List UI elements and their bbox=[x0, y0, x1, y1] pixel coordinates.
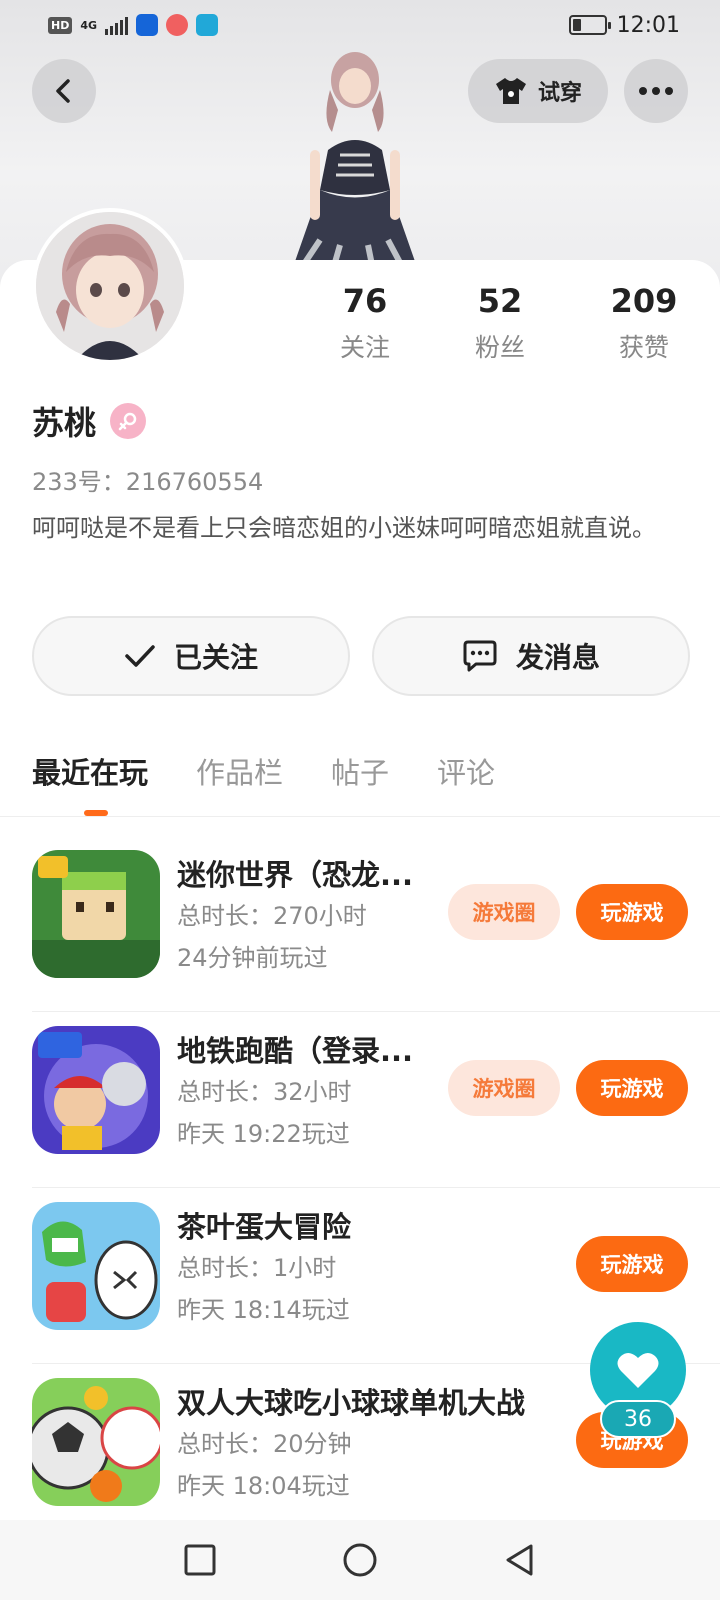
like-count-badge: 36 bbox=[600, 1400, 676, 1438]
recent-apps-icon[interactable] bbox=[183, 1543, 217, 1577]
clock: 12:01 bbox=[616, 12, 680, 38]
try-on-button[interactable]: 试穿 bbox=[468, 59, 608, 123]
game-title: 双人大球吃小球球单机大战 bbox=[177, 1386, 526, 1420]
back-triangle-icon[interactable] bbox=[503, 1543, 537, 1577]
list-item[interactable]: 地铁跑酷（登录... 总时长：32小时 昨天 19:22玩过 游戏圈 玩游戏 bbox=[32, 1012, 720, 1188]
user-name: 苏桃 bbox=[32, 404, 97, 442]
list-item[interactable]: 迷你世界（恐龙... 总时长：270小时 24分钟前玩过 游戏圈 玩游戏 bbox=[32, 836, 720, 1012]
more-button[interactable] bbox=[624, 59, 688, 123]
tab-posts[interactable]: 帖子 bbox=[331, 750, 389, 792]
game-icon bbox=[32, 1026, 160, 1154]
game-last-played: 24分钟前玩过 bbox=[177, 944, 328, 972]
tab-works[interactable]: 作品栏 bbox=[196, 750, 283, 792]
tab-recent-played[interactable]: 最近在玩 bbox=[32, 750, 148, 792]
character-figure-image bbox=[285, 52, 425, 290]
female-gender-icon bbox=[110, 403, 147, 439]
game-icon bbox=[32, 850, 160, 978]
play-game-button[interactable]: 玩游戏 bbox=[576, 1236, 688, 1292]
stat-likes[interactable]: 209 获赞 bbox=[594, 282, 694, 364]
stat-value: 209 bbox=[610, 282, 678, 320]
send-message-button[interactable]: 发消息 bbox=[372, 616, 690, 696]
game-duration: 总时长：20分钟 bbox=[177, 1430, 352, 1458]
tshirt-icon bbox=[495, 78, 526, 104]
back-button[interactable] bbox=[32, 59, 96, 123]
play-game-button[interactable]: 玩游戏 bbox=[576, 1060, 688, 1116]
network-type: 4G bbox=[80, 18, 98, 32]
game-circle-button[interactable]: 游戏圈 bbox=[448, 884, 560, 940]
stat-value: 52 bbox=[477, 282, 523, 320]
divider bbox=[0, 816, 720, 817]
game-duration: 总时长：270小时 bbox=[177, 902, 367, 930]
chat-bubble-icon bbox=[463, 640, 497, 672]
heart-icon bbox=[617, 1352, 659, 1388]
following-label: 已关注 bbox=[173, 641, 258, 674]
stat-value: 76 bbox=[342, 282, 388, 320]
more-dots-icon bbox=[639, 87, 673, 95]
stat-followers[interactable]: 52 粉丝 bbox=[450, 282, 550, 364]
game-icon bbox=[32, 1202, 160, 1330]
app-notification-icon bbox=[136, 14, 159, 36]
game-duration: 总时长：1小时 bbox=[177, 1254, 337, 1282]
user-bio: 呵呵哒是不是看上只会暗恋姐的小迷妹呵呵暗恋姐就直说。 bbox=[32, 514, 656, 542]
play-game-button[interactable]: 玩游戏 bbox=[576, 884, 688, 940]
game-last-played: 昨天 18:04玩过 bbox=[177, 1472, 350, 1500]
profile-tabs: 最近在玩 作品栏 帖子 评论 bbox=[32, 750, 495, 792]
check-icon bbox=[125, 645, 155, 667]
battery-icon bbox=[568, 15, 611, 35]
stat-label: 获赞 bbox=[618, 333, 669, 362]
hd-badge: HD bbox=[48, 16, 73, 34]
game-title: 迷你世界（恐龙... bbox=[177, 858, 414, 892]
game-duration: 总时长：32小时 bbox=[177, 1078, 352, 1106]
game-last-played: 昨天 18:14玩过 bbox=[177, 1296, 350, 1324]
tab-comments[interactable]: 评论 bbox=[437, 750, 495, 792]
game-title: 茶叶蛋大冒险 bbox=[177, 1210, 352, 1244]
signal-icon bbox=[105, 15, 129, 35]
stat-label: 关注 bbox=[339, 333, 390, 362]
stat-label: 粉丝 bbox=[474, 333, 525, 362]
game-icon bbox=[32, 1378, 160, 1506]
app-notification-icon bbox=[166, 14, 189, 36]
stat-following[interactable]: 76 关注 bbox=[315, 282, 415, 364]
chevron-left-icon bbox=[56, 79, 70, 103]
game-title: 地铁跑酷（登录... bbox=[177, 1034, 414, 1068]
game-last-played: 昨天 19:22玩过 bbox=[177, 1120, 350, 1148]
name-row: 苏桃 bbox=[32, 398, 147, 444]
following-button[interactable]: 已关注 bbox=[32, 616, 350, 696]
system-nav-bar bbox=[0, 1520, 720, 1600]
send-message-label: 发消息 bbox=[515, 641, 600, 674]
user-id: 233号：216760554 bbox=[32, 468, 264, 496]
app-notification-icon bbox=[196, 14, 219, 36]
avatar-image bbox=[36, 212, 184, 360]
game-circle-button[interactable]: 游戏圈 bbox=[448, 1060, 560, 1116]
avatar[interactable] bbox=[32, 208, 188, 364]
home-icon[interactable] bbox=[342, 1542, 378, 1578]
try-on-label: 试穿 bbox=[537, 81, 582, 106]
